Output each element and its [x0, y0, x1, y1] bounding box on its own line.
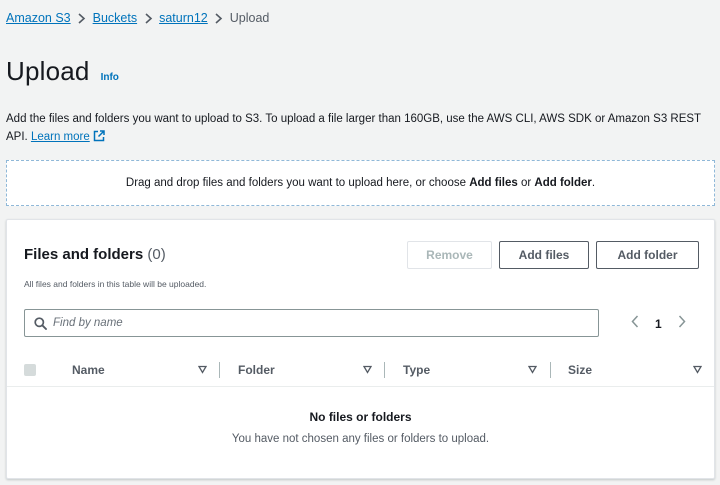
search-icon [34, 316, 47, 330]
learn-more-label: Learn more [30, 131, 90, 143]
files-and-folders-panel: Files and folders (0) All files and fold… [6, 219, 715, 479]
column-label-folder: Folder [238, 363, 275, 377]
column-label-type: Type [403, 363, 431, 377]
page-header: Upload Info [6, 56, 119, 87]
page-number[interactable]: 1 [655, 317, 662, 331]
breadcrumb-current: Upload [229, 11, 270, 25]
breadcrumb-amazon-s3[interactable]: Amazon S3 [6, 11, 71, 25]
chevron-left-icon[interactable] [631, 315, 639, 333]
sort-caret-down-icon[interactable] [198, 365, 207, 374]
dropzone-suffix: . [591, 177, 596, 189]
breadcrumb-buckets[interactable]: Buckets [93, 11, 137, 25]
sort-caret-down-icon[interactable] [528, 365, 537, 374]
external-link-icon [93, 130, 105, 142]
add-folder-button[interactable]: Add folder [596, 241, 699, 269]
upload-page: Amazon S3 Buckets saturn12 Upload Upload… [0, 0, 720, 485]
sort-caret-down-icon[interactable] [363, 365, 372, 374]
breadcrumb: Amazon S3 Buckets saturn12 Upload [6, 11, 269, 25]
pagination: 1 [631, 315, 686, 333]
chevron-right-icon [71, 12, 93, 24]
panel-title: Files and folders (0) [24, 246, 166, 263]
panel-title-text: Files and folders [24, 246, 144, 263]
dropzone-or: or [517, 177, 535, 189]
dropzone-text: Drag and drop files and folders you want… [126, 177, 595, 189]
column-header-type[interactable]: Type [403, 353, 430, 387]
column-label-size: Size [568, 363, 593, 377]
page-description: Add the files and folders you want to up… [6, 110, 711, 146]
dropzone-add-files: Add files [469, 177, 518, 189]
column-divider[interactable] [384, 362, 385, 378]
select-all-checkbox[interactable] [24, 364, 36, 376]
sort-caret-down-icon[interactable] [693, 365, 702, 374]
column-divider[interactable] [550, 362, 551, 378]
dropzone-add-folder: Add folder [534, 177, 592, 189]
column-header-folder[interactable]: Folder [238, 353, 275, 387]
column-header-name[interactable]: Name [72, 353, 105, 387]
table-header: Name Folder Type Size [7, 353, 714, 387]
description-text: Add the files and folders you want to up… [6, 113, 701, 143]
page-title: Upload [6, 56, 90, 86]
search-field[interactable] [24, 309, 599, 337]
breadcrumb-saturn12[interactable]: saturn12 [159, 11, 208, 25]
column-label-name: Name [72, 363, 105, 377]
panel-count: (0) [147, 246, 166, 263]
chevron-right-icon[interactable] [678, 315, 686, 333]
add-files-button[interactable]: Add files [499, 241, 589, 269]
column-header-size[interactable]: Size [568, 353, 592, 387]
dropzone-prefix: Drag and drop files and folders you want… [125, 177, 470, 189]
remove-button[interactable]: Remove [407, 241, 492, 269]
empty-state-title: No files or folders [309, 410, 412, 424]
column-divider[interactable] [219, 362, 220, 378]
empty-state-description: You have not chosen any files or folders… [231, 433, 490, 445]
search-input[interactable] [53, 317, 598, 329]
panel-subtitle: All files and folders in this table will… [24, 279, 207, 289]
chevron-right-icon [137, 12, 159, 24]
learn-more-link[interactable]: Learn more [30, 130, 105, 143]
info-link[interactable]: Info [101, 72, 119, 83]
upload-dropzone[interactable]: Drag and drop files and folders you want… [6, 160, 715, 206]
chevron-right-icon [208, 12, 230, 24]
